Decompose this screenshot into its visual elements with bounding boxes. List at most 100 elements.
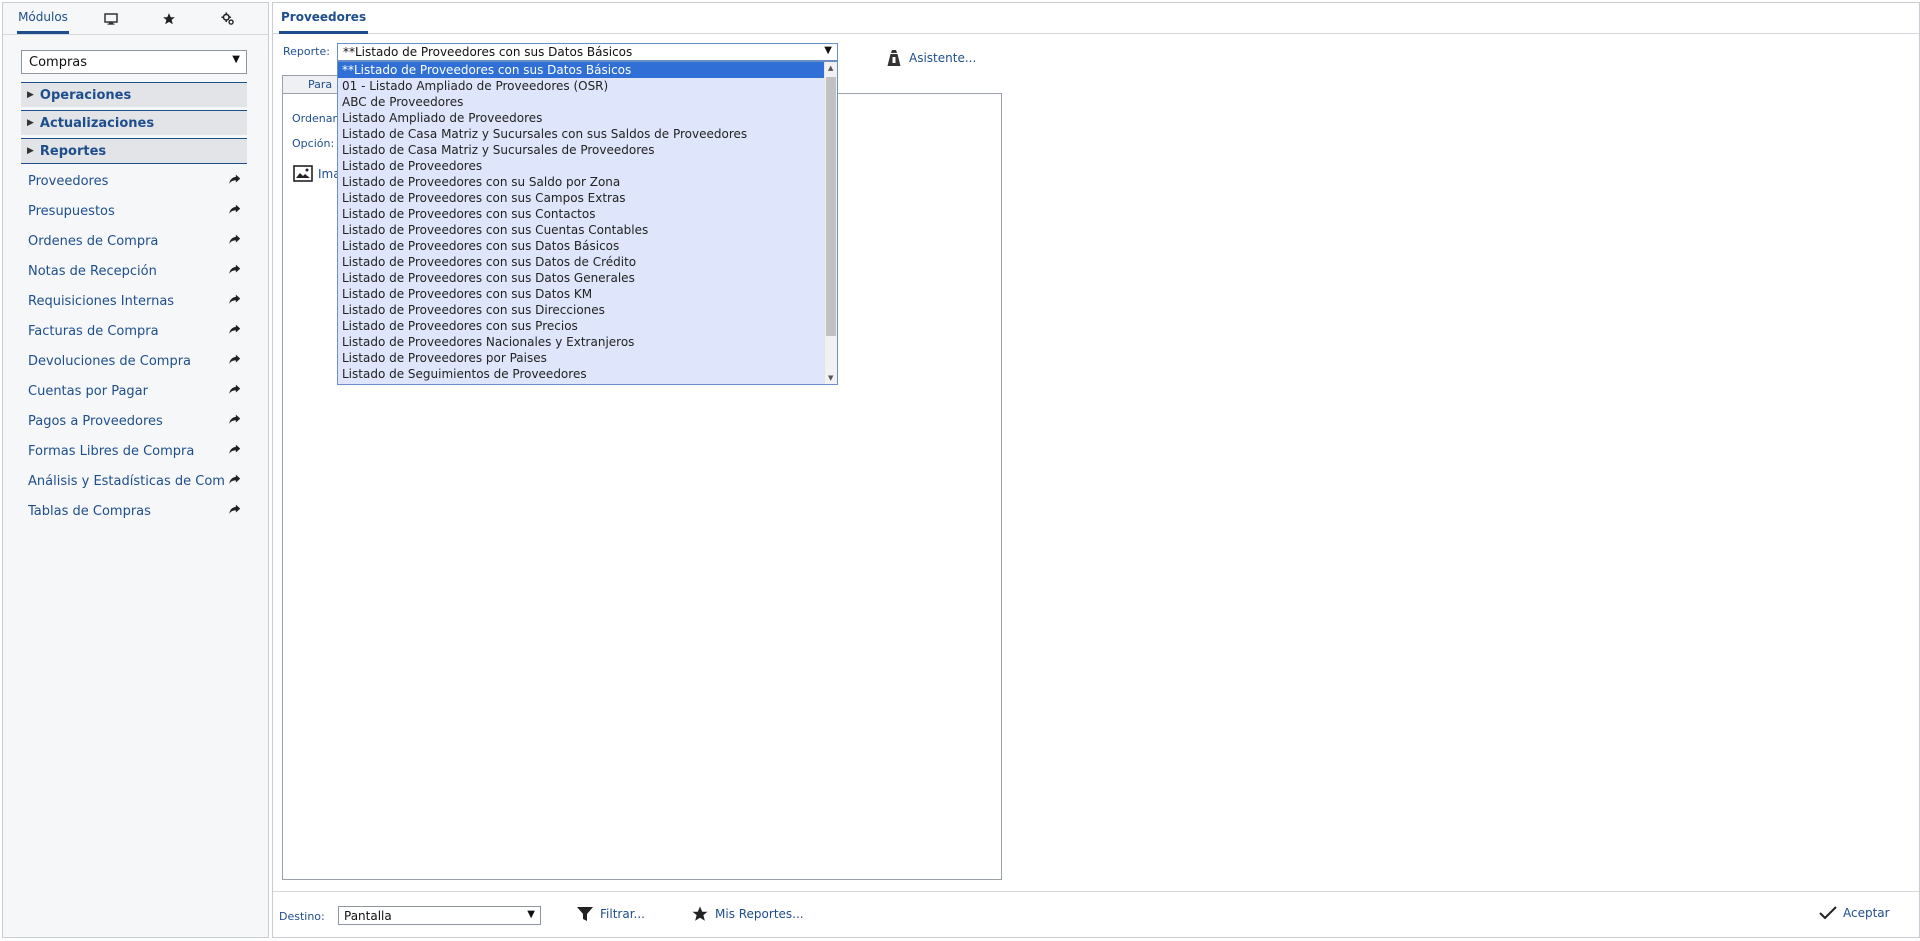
section-operaciones[interactable]: ▶ Operaciones: [21, 82, 247, 107]
image-icon: [293, 165, 313, 182]
scroll-up-icon[interactable]: ▲: [828, 64, 833, 72]
nav-item-proveedores[interactable]: Proveedores: [28, 169, 246, 193]
tab-settings[interactable]: [214, 3, 242, 34]
nav-item-requisiciones[interactable]: Requisiciones Internas: [28, 289, 246, 313]
share-arrow-icon: [229, 264, 241, 274]
report-options-list[interactable]: **Listado de Proveedores con sus Datos B…: [337, 61, 838, 385]
tab-proveedores[interactable]: Proveedores: [279, 3, 369, 34]
nav-item-label: Análisis y Estadísticas de Com: [28, 473, 224, 489]
footer-divider: [273, 891, 1919, 892]
scroll-down-icon[interactable]: ▼: [828, 374, 833, 382]
share-arrow-icon: [229, 174, 241, 184]
accept-label: Aceptar: [1843, 906, 1890, 920]
tab-proveedores-label: Proveedores: [281, 10, 367, 24]
nav-item-label: Requisiciones Internas: [28, 293, 175, 309]
chevron-down-icon: ▼: [824, 45, 832, 56]
scrollbar-thumb[interactable]: [826, 77, 836, 336]
accept-button[interactable]: Aceptar: [1819, 905, 1890, 921]
report-option[interactable]: Listado de Proveedores con sus Cuentas C…: [338, 222, 837, 238]
nav-item-cuentas-pagar[interactable]: Cuentas por Pagar: [28, 379, 246, 403]
module-select-value: Compras: [29, 54, 88, 70]
share-arrow-icon: [229, 324, 241, 334]
nav-item-label: Proveedores: [28, 173, 109, 189]
report-option[interactable]: Listado de Proveedores con sus Campos Ex…: [338, 190, 837, 206]
nav-item-notas-recepcion[interactable]: Notas de Recepción: [28, 259, 246, 283]
nav-item-ordenes-compra[interactable]: Órdenes de Compra: [28, 229, 246, 253]
nav-item-tablas[interactable]: Tablas de Compras: [28, 499, 246, 523]
image-option[interactable]: Ima: [293, 165, 341, 182]
caret-right-icon: ▶: [27, 146, 34, 156]
module-select[interactable]: Compras ▼: [21, 50, 247, 74]
tab-parametros-label: Para: [308, 78, 333, 91]
scrollbar[interactable]: ▲ ▼: [824, 62, 837, 384]
report-option[interactable]: Listado de Proveedores por Paises: [338, 350, 837, 366]
filter-button[interactable]: Filtrar...: [576, 905, 645, 923]
report-option[interactable]: Listado de Proveedores con sus Datos de …: [338, 254, 837, 270]
nav-item-analisis[interactable]: Análisis y Estadísticas de Com: [28, 469, 246, 493]
tab-parametros[interactable]: Para: [282, 75, 340, 93]
caret-right-icon: ▶: [27, 90, 34, 100]
share-arrow-icon: [229, 414, 241, 424]
nav-item-label: Pagos a Proveedores: [28, 413, 163, 429]
tab-modules[interactable]: Módulos: [17, 3, 69, 34]
report-option[interactable]: Listado de Proveedores con sus Datos Bás…: [338, 238, 837, 254]
nav-item-facturas[interactable]: Facturas de Compra: [28, 319, 246, 343]
wizard-icon: [887, 50, 901, 66]
report-option[interactable]: **Listado de Proveedores con sus Datos B…: [338, 62, 837, 78]
nav-item-formas-libres[interactable]: Formas Libres de Compra: [28, 439, 246, 463]
report-option[interactable]: Listado de Proveedores con su Saldo por …: [338, 174, 837, 190]
report-option[interactable]: Listado de Casa Matriz y Sucursales con …: [338, 126, 837, 142]
report-option[interactable]: Listado de Proveedores con sus Datos KM: [338, 286, 837, 302]
share-arrow-icon: [229, 234, 241, 244]
report-option[interactable]: Listado de Proveedores: [338, 158, 837, 174]
tab-desktop[interactable]: [97, 3, 125, 34]
check-icon: [1819, 906, 1837, 920]
report-option[interactable]: ABC de Proveedores: [338, 94, 837, 110]
nav-item-pagos[interactable]: Pagos a Proveedores: [28, 409, 246, 433]
share-arrow-icon: [229, 474, 241, 484]
nav-item-devoluciones[interactable]: Devoluciones de Compra: [28, 349, 246, 373]
section-label: Actualizaciones: [39, 115, 155, 131]
section-reportes[interactable]: ▶ Reportes: [21, 138, 247, 163]
my-reports-button[interactable]: Mis Reportes...: [691, 905, 804, 923]
report-option[interactable]: Listado de Proveedores con sus Datos Gen…: [338, 270, 837, 286]
report-option[interactable]: Listado de Proveedores con sus Contactos: [338, 206, 837, 222]
main-tab-bar: Proveedores: [273, 3, 1919, 34]
tab-favorites[interactable]: [155, 3, 183, 34]
destino-label: Destino:: [279, 910, 325, 923]
share-arrow-icon: [229, 294, 241, 304]
monitor-icon: [104, 12, 118, 25]
destino-select[interactable]: Pantalla ▼: [338, 906, 541, 925]
report-select-value: **Listado de Proveedores con sus Datos B…: [343, 45, 633, 59]
option-label: Opción:: [292, 137, 335, 150]
report-option[interactable]: Listado Ampliado de Proveedores: [338, 110, 837, 126]
share-arrow-icon: [229, 384, 241, 394]
nav-item-label: Presupuestos: [28, 203, 115, 219]
section-actualizaciones[interactable]: ▶ Actualizaciones: [21, 110, 247, 135]
tab-modules-label: Módulos: [18, 10, 68, 24]
caret-right-icon: ▶: [27, 118, 34, 128]
filter-icon: [577, 907, 593, 921]
section-label: Operaciones: [39, 87, 132, 103]
share-arrow-icon: [229, 444, 241, 454]
share-arrow-icon: [229, 504, 241, 514]
report-option[interactable]: 01 - Listado Ampliado de Proveedores (OS…: [338, 78, 837, 94]
wizard-button[interactable]: Asistente...: [887, 49, 976, 67]
section-divider: [21, 163, 247, 164]
nav-item-label: Devoluciones de Compra: [28, 353, 192, 369]
nav-item-presupuestos[interactable]: Presupuestos: [28, 199, 246, 223]
report-option[interactable]: Listado de Seguimientos de Proveedores: [338, 366, 837, 382]
order-label: Ordenar: [292, 112, 337, 125]
report-option[interactable]: Listado de Proveedores Nacionales y Extr…: [338, 334, 837, 350]
chevron-down-icon: ▼: [527, 909, 535, 920]
report-option[interactable]: Listado de Proveedores con sus Precios: [338, 318, 837, 334]
nav-item-label: Notas de Recepción: [28, 263, 157, 279]
nav-item-label: Cuentas por Pagar: [28, 383, 148, 399]
star-icon: [692, 906, 708, 921]
my-reports-label: Mis Reportes...: [715, 907, 804, 921]
report-option[interactable]: Listado de Proveedores con sus Direccion…: [338, 302, 837, 318]
report-select[interactable]: **Listado de Proveedores con sus Datos B…: [337, 43, 838, 61]
wizard-label: Asistente...: [909, 51, 977, 65]
share-arrow-icon: [229, 204, 241, 214]
report-option[interactable]: Listado de Casa Matriz y Sucursales de P…: [338, 142, 837, 158]
